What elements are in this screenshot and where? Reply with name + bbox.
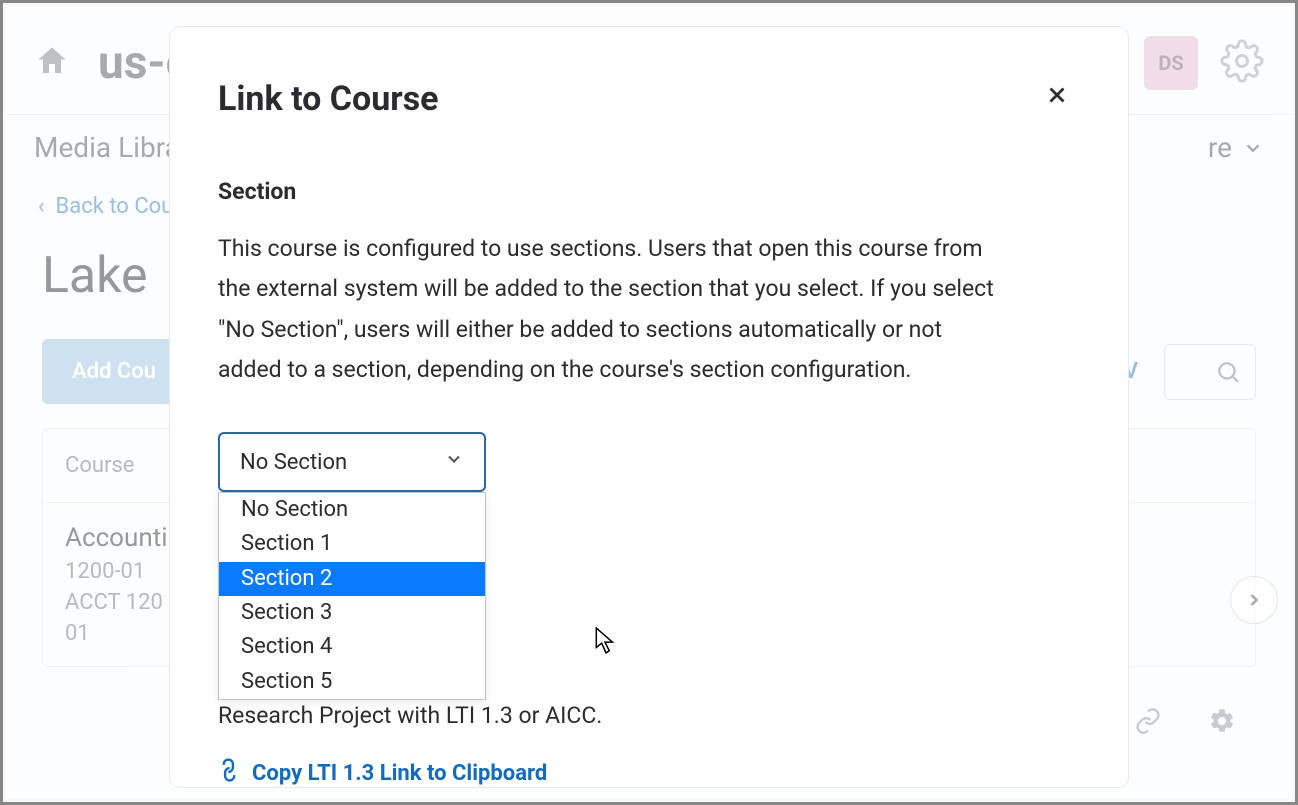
back-link[interactable]: ‹ Back to Cou — [38, 194, 173, 219]
link-to-course-modal: Link to Course Section This course is co… — [170, 27, 1128, 787]
section-option[interactable]: Section 1 — [219, 527, 485, 561]
section-option[interactable]: Section 4 — [219, 630, 485, 664]
section-option[interactable]: No Section — [219, 493, 485, 527]
modal-body[interactable]: Section This course is configured to use… — [170, 132, 1128, 787]
gear-icon[interactable] — [1220, 39, 1264, 87]
crumb-item[interactable]: Media Libra — [34, 131, 180, 164]
add-course-button[interactable]: Add Cou — [42, 339, 186, 404]
home-icon[interactable] — [34, 43, 70, 83]
modal-overlay: Link to Course Section This course is co… — [3, 3, 1295, 802]
link-icon[interactable] — [1134, 707, 1162, 739]
close-icon[interactable] — [1038, 75, 1076, 122]
section-heading: Section — [218, 178, 1064, 205]
section-description: This course is configured to use section… — [218, 229, 998, 390]
modal-title: Link to Course — [218, 79, 439, 119]
section-option[interactable]: Section 2 — [219, 562, 485, 596]
gear-icon[interactable] — [1208, 707, 1236, 739]
section-option[interactable]: Section 3 — [219, 596, 485, 630]
link-icon — [218, 759, 240, 787]
section-select-wrap: No Section No SectionSection 1Section 2S… — [218, 432, 486, 492]
section-select[interactable]: No Section — [218, 432, 486, 492]
chevron-down-icon — [444, 449, 464, 475]
row-action-icons — [1134, 707, 1236, 739]
crumb-more[interactable]: re — [1208, 131, 1264, 164]
section-option[interactable]: Section 5 — [219, 665, 485, 699]
section-dropdown: No SectionSection 1Section 2Section 3Sec… — [218, 492, 486, 700]
avatar[interactable]: DS — [1144, 36, 1198, 90]
modal-header: Link to Course — [170, 27, 1128, 132]
copy-lti-link[interactable]: Copy LTI 1.3 Link to Clipboard — [218, 759, 1064, 787]
link-instruction-text: Research Project with LTI 1.3 or AICC. — [218, 702, 1064, 729]
section-select-value: No Section — [240, 450, 347, 475]
copy-lti-link-label: Copy LTI 1.3 Link to Clipboard — [252, 761, 547, 786]
search-input[interactable] — [1164, 344, 1256, 400]
horizontal-scroll-right[interactable] — [1230, 576, 1278, 624]
